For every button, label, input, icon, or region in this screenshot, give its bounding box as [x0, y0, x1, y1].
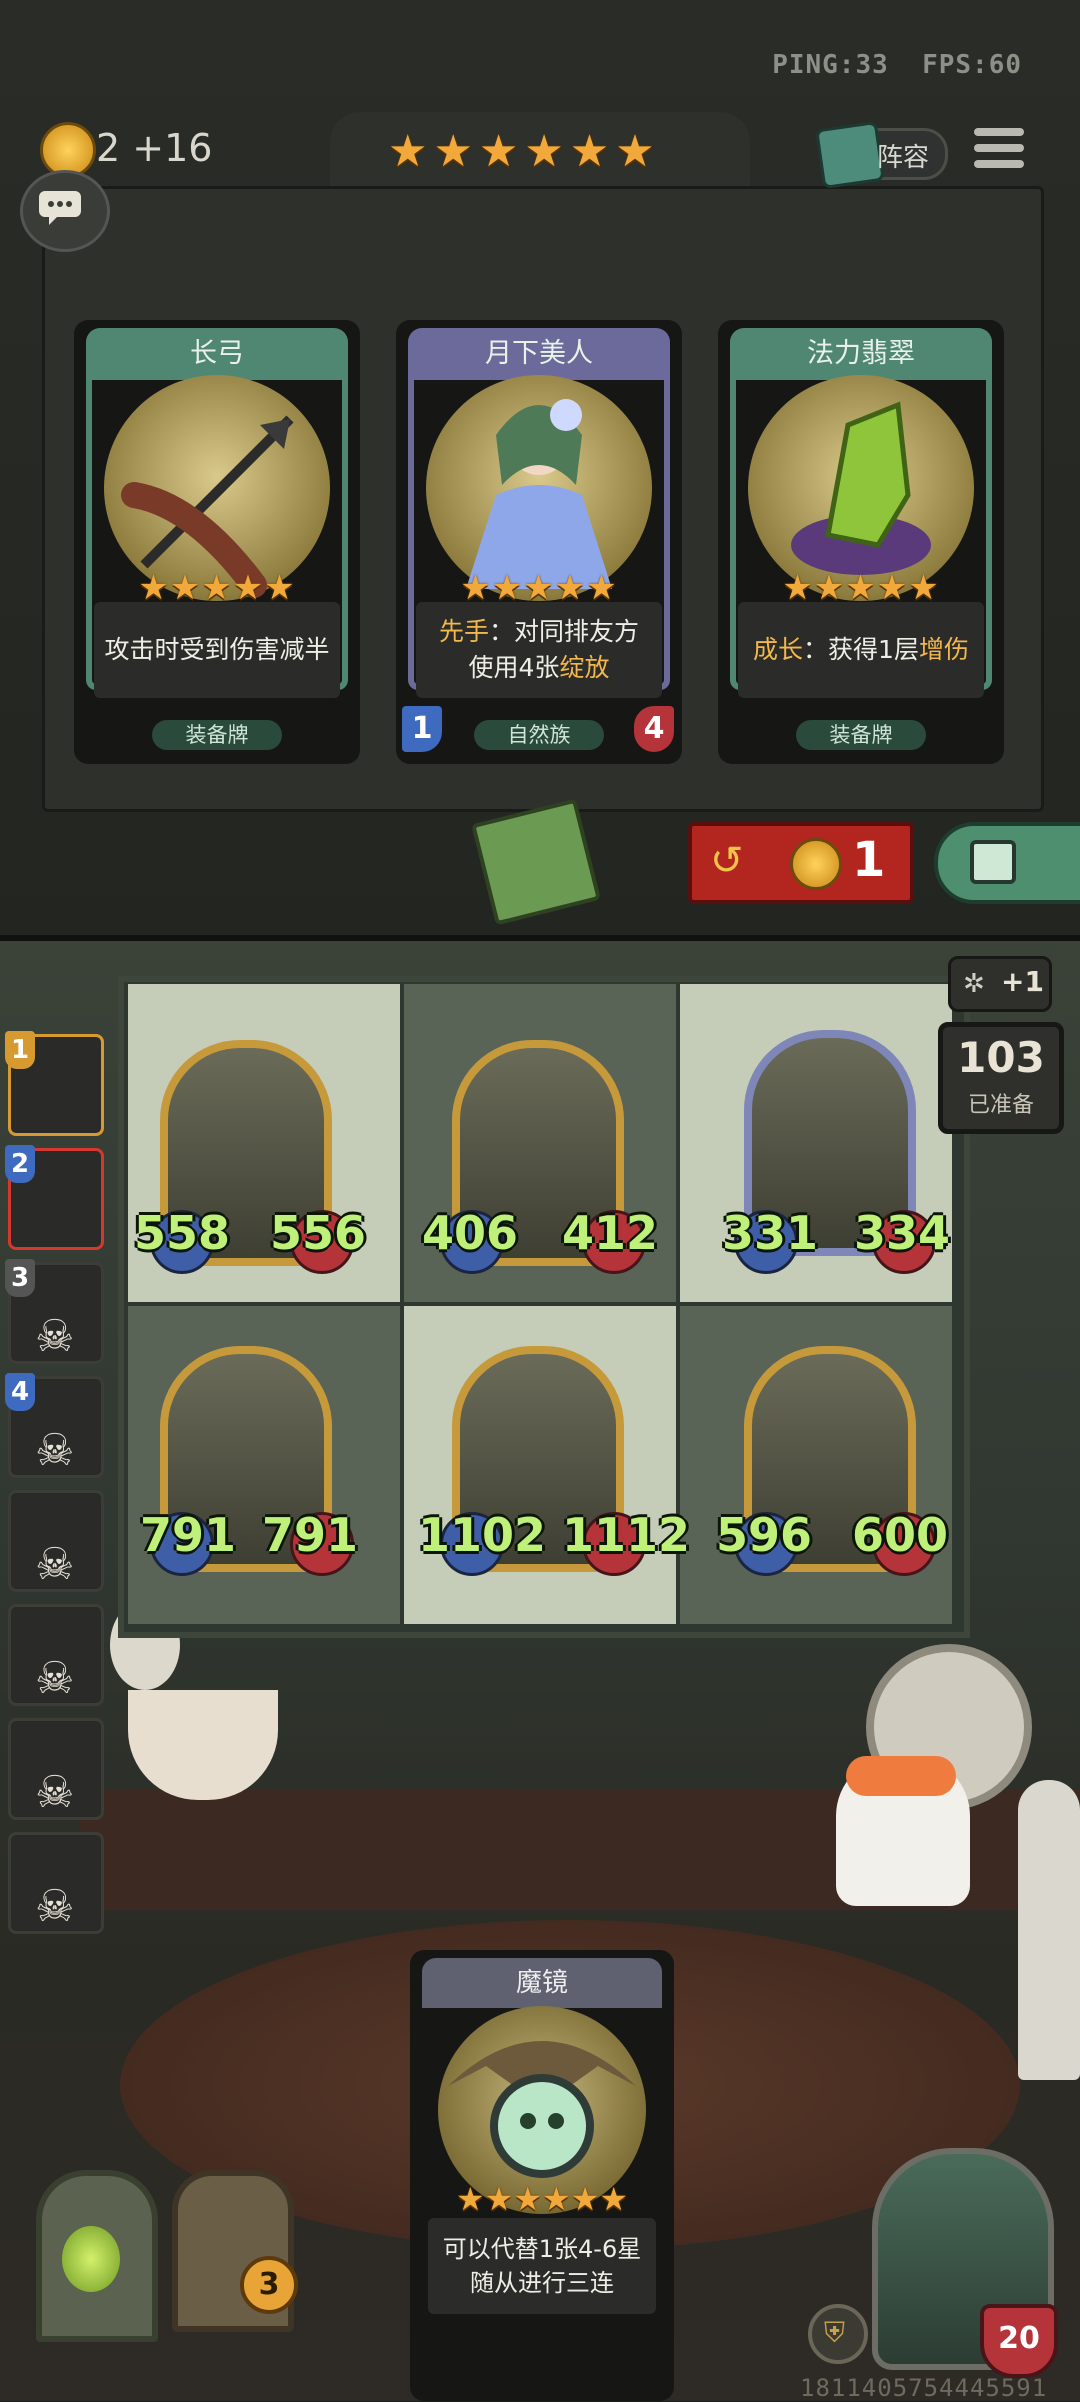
- shop-panel: PING:33 FPS:60 ★★★★★★ 2 +16 阵容 长弓 ★★★★★ …: [0, 0, 1080, 941]
- card-attack: 1: [402, 706, 442, 752]
- minion-attack: 406: [422, 1206, 519, 1260]
- hamburger-icon: [974, 128, 1024, 136]
- shield-icon: ⛨: [824, 2316, 846, 2349]
- refresh-shop-button[interactable]: ↺ 1: [688, 822, 914, 904]
- card-title: 魔镜: [422, 1958, 662, 2008]
- minion-attack: 1102: [418, 1508, 547, 1562]
- minion-health: 334: [854, 1206, 951, 1260]
- skull-icon: ☠: [35, 1881, 75, 1932]
- fps-text: FPS:60: [922, 50, 1022, 80]
- refresh-arrow-icon: ↺: [710, 838, 744, 884]
- card-star-rating: ★★★★★★: [455, 2180, 629, 2218]
- ready-label: 已准备: [967, 1093, 1034, 1118]
- player-slot[interactable]: ☠: [8, 1832, 104, 1934]
- chat-button[interactable]: [20, 170, 110, 252]
- lock-icon: [970, 840, 1016, 884]
- chess-piece-decoration: [1018, 1780, 1080, 2080]
- keyword-bloom: 绽放: [559, 653, 610, 682]
- menu-button[interactable]: [974, 128, 1024, 178]
- gold-coin-icon: [790, 838, 842, 890]
- card-type: 装备牌: [152, 720, 282, 750]
- skull-icon: ☠: [35, 1539, 75, 1590]
- minion-health: 791: [262, 1508, 359, 1562]
- minion-health: 412: [562, 1206, 659, 1260]
- minion-attack: 596: [716, 1508, 813, 1562]
- card-tribe: 自然族: [474, 720, 604, 750]
- shop-card-longbow[interactable]: 长弓 ★★★★★ 攻击时受到伤害减半 装备牌: [74, 320, 360, 764]
- player-rank: 4: [5, 1373, 35, 1411]
- player-slot[interactable]: ☠: [8, 1490, 104, 1592]
- keyword-damage-boost: 增伤: [918, 635, 969, 664]
- player-rank: 1: [5, 1031, 35, 1069]
- player-slot[interactable]: 3 ☠: [5, 1259, 104, 1364]
- chest-count: 3: [240, 2256, 298, 2314]
- demon-face-icon: [62, 2226, 120, 2292]
- player-slot[interactable]: ☠: [8, 1718, 104, 1820]
- gold-amount: 2: [96, 126, 121, 170]
- minion-attack: 791: [140, 1508, 237, 1562]
- bonus-indicator: ✲ +1: [948, 956, 1052, 1012]
- minion-health: 556: [270, 1206, 367, 1260]
- skull-icon: ☠: [35, 1425, 75, 1476]
- keyword-growth: 成长: [753, 635, 804, 664]
- card-description: 攻击时受到伤害减半: [94, 602, 340, 698]
- card-description: 先手：对同排友方 使用4张绽放: [416, 602, 662, 698]
- skull-icon: ☠: [35, 1653, 75, 1704]
- match-id: 1811405754445591: [800, 2374, 1048, 2402]
- bonus-value: +1: [1001, 965, 1044, 998]
- minion-health: 1112: [562, 1508, 691, 1562]
- network-status: PING:33 FPS:60: [772, 50, 1022, 80]
- lineup-button[interactable]: 阵容: [815, 120, 948, 190]
- chat-bubble-icon: [39, 191, 81, 225]
- gold-income: +16: [132, 126, 213, 170]
- spiral-icon: ✲: [963, 969, 985, 999]
- shop-card-mana-jade[interactable]: 法力翡翠 ★★★★★ 成长：获得1层增伤 装备牌: [718, 320, 1004, 764]
- salmon-decoration: [846, 1756, 956, 1796]
- card-description: 可以代替1张4-6星 随从进行三连: [428, 2218, 656, 2314]
- player-rank: 3: [5, 1259, 35, 1297]
- player-slot[interactable]: ☠: [8, 1604, 104, 1706]
- player-rank: 2: [5, 1145, 35, 1183]
- player-slot[interactable]: 1: [5, 1031, 104, 1136]
- ready-counter: 103 已准备: [938, 1022, 1064, 1134]
- card-description: 成长：获得1层增伤: [738, 602, 984, 698]
- ready-count: 103: [957, 1033, 1045, 1082]
- shop-card-night-beauty[interactable]: 月下美人 ★★★★★ 先手：对同排友方 使用4张绽放 自然族 1 4: [396, 320, 682, 764]
- hero-health: 20: [980, 2304, 1058, 2378]
- hero-power-button[interactable]: ⛨: [808, 2304, 868, 2364]
- minion-health: 600: [852, 1508, 949, 1562]
- skull-icon: ☠: [35, 1767, 75, 1818]
- hand-card-magic-mirror[interactable]: 魔镜 ★★★★★★ 可以代替1张4-6星 随从进行三连: [410, 1950, 674, 2401]
- gold-counter: 2 +16: [96, 126, 212, 170]
- minion-attack: 558: [134, 1206, 231, 1260]
- keyword-first-strike: 先手: [438, 617, 489, 646]
- card-book-icon[interactable]: [471, 798, 601, 926]
- lock-shop-button[interactable]: [934, 822, 1080, 904]
- player-slot[interactable]: 4 ☠: [5, 1373, 104, 1478]
- lineup-book-icon: [815, 120, 885, 190]
- tavern-star-rating: ★★★★★★: [388, 126, 661, 177]
- lineup-label: 阵容: [877, 143, 930, 173]
- card-type: 装备牌: [796, 720, 926, 750]
- sell-door-button[interactable]: [36, 2170, 158, 2342]
- player-slot-self[interactable]: 2: [5, 1145, 104, 1250]
- ping-text: PING:33: [772, 50, 889, 80]
- card-health: 4: [634, 706, 674, 752]
- skull-icon: ☠: [35, 1311, 75, 1362]
- refresh-cost: 1: [852, 832, 886, 888]
- minion-attack: 331: [722, 1206, 819, 1260]
